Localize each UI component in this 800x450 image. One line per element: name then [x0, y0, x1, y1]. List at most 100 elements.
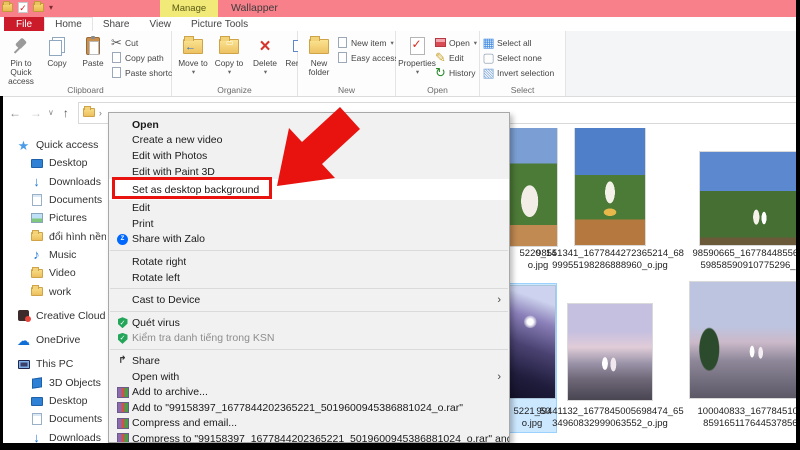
ribbon-group-clipboard: Pin to Quick accessCopyPaste✂CutCopy pat…: [0, 31, 172, 96]
sidebar-item-this-pc[interactable]: This PC: [3, 355, 106, 373]
desktop-icon: [31, 397, 43, 406]
button-properties[interactable]: Properties▾: [399, 33, 435, 81]
properties-check-icon[interactable]: ✓: [18, 2, 28, 13]
menu-item-cast-to-device[interactable]: Cast to Device›: [109, 292, 509, 308]
file-name-line: 59858590910775296_: [668, 260, 797, 272]
back-icon[interactable]: ←: [9, 106, 21, 120]
document-icon: [32, 413, 42, 425]
menu-item-label: Compress to "99158397_1677844202365221_5…: [132, 433, 509, 443]
sidebar-item-desktop[interactable]: Desktop: [3, 154, 106, 172]
star-icon: ★: [18, 139, 30, 152]
button-copy-path[interactable]: Copy path: [111, 51, 179, 64]
file-thumbnail[interactable]: [700, 152, 797, 245]
button-label: Paste: [82, 59, 103, 68]
chevron-down-icon[interactable]: ▾: [49, 3, 53, 12]
sidebar-item-downloads[interactable]: ↓Downloads: [3, 173, 106, 191]
button-paste-shortcut[interactable]: Paste shortcut: [111, 66, 179, 79]
button-pin-to-quick-access[interactable]: Pin to Quick access: [3, 33, 39, 86]
button-paste[interactable]: Paste: [75, 33, 111, 81]
tab-home[interactable]: Home: [44, 17, 93, 31]
sidebar-item-creative-cloud-files[interactable]: Creative Cloud Files: [3, 307, 106, 325]
document-icon: [32, 194, 42, 206]
button-move-to[interactable]: ←Move to▾: [175, 33, 211, 81]
navigation-pane: ★Quick accessDesktop↓DownloadsDocumentsP…: [3, 128, 106, 443]
button-label: Pin to Quick access: [3, 59, 39, 86]
tab-view[interactable]: View: [140, 17, 182, 31]
button-delete[interactable]: ×Delete▾: [247, 33, 283, 81]
button-label: Move to: [178, 59, 208, 68]
button-cut[interactable]: ✂Cut: [111, 36, 179, 49]
up-icon[interactable]: ↑: [63, 106, 69, 120]
button-select-all[interactable]: ▦Select all: [483, 36, 554, 49]
sidebar-item-music[interactable]: ♪Music: [3, 246, 106, 264]
invert-selection-icon: ▧: [482, 66, 494, 79]
tab-file[interactable]: File: [4, 17, 44, 31]
sidebar-item-video[interactable]: Video: [3, 264, 106, 282]
recent-locations-chevron-icon[interactable]: ∨: [48, 108, 54, 117]
sidebar-item-i-h-nh-n-n-win[interactable]: đổi hình nền win: [3, 227, 106, 245]
highlight-box: [112, 177, 272, 199]
file-thumbnail[interactable]: [575, 128, 645, 245]
file-thumbnail[interactable]: [568, 304, 652, 400]
paste-shortcut-icon: [112, 67, 121, 78]
manage-contextual-tab[interactable]: Manage: [160, 0, 218, 17]
sidebar-item-downloads[interactable]: ↓Downloads: [3, 428, 106, 443]
menu-item-edit[interactable]: Edit: [109, 200, 509, 216]
menu-item-add-to-99158397-1677844202365221-5019600[interactable]: Add to "99158397_1677844202365221_501960…: [109, 400, 509, 416]
menu-item-compress-and-email[interactable]: Compress and email...: [109, 416, 509, 432]
button-copy-to[interactable]: ▭Copy to▾: [211, 33, 247, 81]
button-label: Properties: [398, 59, 436, 68]
easy-access-icon: [338, 52, 347, 63]
cube-icon: [32, 377, 42, 388]
folder-icon[interactable]: [33, 3, 44, 12]
tab-share[interactable]: Share: [93, 17, 140, 31]
winrar-icon: [117, 433, 129, 443]
sidebar-item-quick-access[interactable]: ★Quick access: [3, 136, 106, 154]
menu-item-create-a-new-video[interactable]: Create a new video: [109, 133, 509, 149]
menu-item-label: Edit with Paint 3D: [132, 166, 215, 178]
menu-item-print[interactable]: Print: [109, 216, 509, 232]
sidebar-item-desktop[interactable]: Desktop: [3, 392, 106, 410]
button-new-folder[interactable]: New folder: [301, 33, 337, 81]
menu-item-share-with-zalo[interactable]: ZShare with Zalo: [109, 232, 509, 248]
menu-item-rotate-right[interactable]: Rotate right: [109, 254, 509, 270]
menu-item-ki-m-tra-danh-ti-ng-trong-ksn[interactable]: ✓Kiểm tra danh tiếng trong KSN: [109, 331, 509, 347]
file-thumbnail[interactable]: [510, 286, 555, 398]
sidebar-item-documents[interactable]: Documents: [3, 410, 106, 428]
button-select-none[interactable]: ▢Select none: [483, 51, 554, 64]
sidebar-item-onedrive[interactable]: ☁OneDrive: [3, 331, 106, 349]
title-bar: ✓ ▾ Manage Wallapper: [0, 0, 800, 17]
sidebar-item-pictures[interactable]: Pictures: [3, 209, 106, 227]
sidebar-item-work[interactable]: work: [3, 282, 106, 300]
sidebar-item-label: Pictures: [49, 212, 87, 224]
file-thumbnail[interactable]: [690, 282, 797, 398]
menu-item-compress-to-99158397-1677844202365221-50[interactable]: Compress to "99158397_1677844202365221_5…: [109, 431, 509, 443]
button-label: Copy: [47, 59, 66, 68]
button-invert-selection[interactable]: ▧Invert selection: [483, 66, 554, 79]
sidebar-item-3d-objects[interactable]: 3D Objects: [3, 374, 106, 392]
button-label: Select all: [497, 38, 532, 48]
button-copy[interactable]: Copy: [39, 33, 75, 81]
chevron-down-icon: ▾: [228, 68, 231, 77]
menu-item-open-with[interactable]: Open with›: [109, 369, 509, 385]
button-open[interactable]: Open▾: [435, 36, 477, 49]
button-label: Open: [449, 38, 470, 48]
menu-item-qu-t-virus[interactable]: ✓Quét virus: [109, 315, 509, 331]
button-edit[interactable]: ✎Edit: [435, 51, 477, 64]
properties-icon: [410, 37, 425, 55]
menu-separator: [110, 288, 508, 289]
menu-item-add-to-archive[interactable]: Add to archive...: [109, 384, 509, 400]
menu-item-edit-with-photos[interactable]: Edit with Photos: [109, 148, 509, 164]
button-label: Select none: [497, 53, 542, 63]
button-history[interactable]: ↻History: [435, 66, 477, 79]
folder-icon[interactable]: [2, 3, 13, 12]
file-name-line: 98551341_1677844272365214_68: [530, 248, 690, 260]
menu-item-share[interactable]: ↱Share: [109, 353, 509, 369]
forward-icon[interactable]: →: [30, 106, 42, 120]
menu-item-rotate-left[interactable]: Rotate left: [109, 270, 509, 286]
select-none-icon: ▢: [482, 51, 494, 64]
menu-item-open[interactable]: Open: [109, 117, 509, 133]
sidebar-item-documents[interactable]: Documents: [3, 191, 106, 209]
tab-picture-tools[interactable]: Picture Tools: [181, 17, 258, 31]
button-label: New folder: [301, 59, 337, 77]
